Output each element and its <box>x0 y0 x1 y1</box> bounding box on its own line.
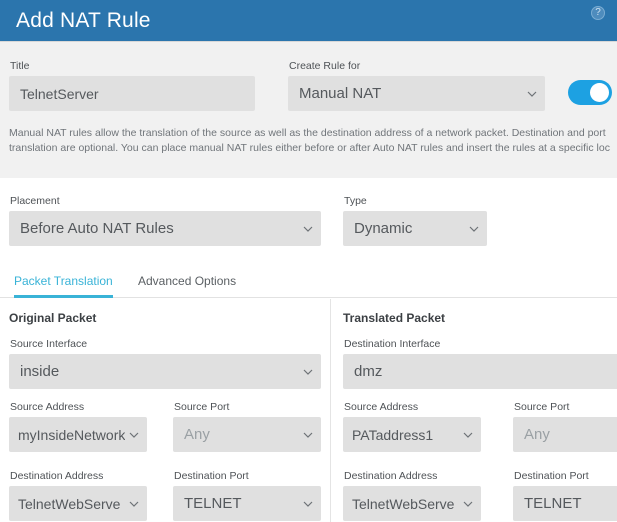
original-source-port-value: Any <box>184 426 210 443</box>
create-rule-for-label: Create Rule for <box>289 60 361 72</box>
translated-source-port-select[interactable]: Any <box>513 417 617 452</box>
rule-description-text: Manual NAT rules allow the translation o… <box>9 127 610 154</box>
translated-source-address-value: PATaddress1 <box>352 426 434 443</box>
tab-advanced-options[interactable]: Advanced Options <box>138 268 236 298</box>
create-rule-for-value: Manual NAT <box>299 85 382 102</box>
chevron-down-icon <box>463 430 473 439</box>
column-divider <box>330 299 331 522</box>
placement-value: Before Auto NAT Rules <box>20 220 174 237</box>
chevron-down-icon <box>463 499 473 508</box>
chevron-down-icon <box>303 367 313 376</box>
original-source-interface-select[interactable]: inside <box>9 354 321 389</box>
title-label: Title <box>10 60 30 72</box>
toggle-knob <box>590 83 609 102</box>
translated-packet-title: Translated Packet <box>343 311 446 325</box>
chevron-down-icon <box>303 499 313 508</box>
original-source-address-select[interactable]: myInsideNetwork <box>9 417 147 452</box>
help-icon[interactable]: ? <box>591 6 605 20</box>
translated-destination-interface-label: Destination Interface <box>344 338 441 350</box>
chevron-down-icon <box>303 224 313 233</box>
packet-tabs: Packet Translation Advanced Options <box>0 268 617 298</box>
title-input-value: TelnetServer <box>20 85 99 102</box>
translated-destination-interface-select[interactable]: dmz <box>343 354 617 389</box>
translated-destination-port-value: TELNET <box>524 495 582 512</box>
tab-packet-translation[interactable]: Packet Translation <box>14 268 113 298</box>
original-source-address-label: Source Address <box>10 401 85 413</box>
original-destination-port-value: TELNET <box>184 495 242 512</box>
original-destination-address-label: Destination Address <box>10 470 104 482</box>
dialog-header: Add NAT Rule ? <box>0 0 617 41</box>
original-destination-port-label: Destination Port <box>174 470 249 482</box>
type-label: Type <box>344 195 367 207</box>
type-select[interactable]: Dynamic <box>343 211 487 246</box>
original-source-port-select[interactable]: Any <box>173 417 321 452</box>
chevron-down-icon <box>469 224 479 233</box>
original-source-port-label: Source Port <box>174 401 230 413</box>
placement-label: Placement <box>10 195 60 207</box>
create-rule-for-select[interactable]: Manual NAT <box>288 76 545 111</box>
enable-rule-toggle[interactable] <box>568 80 612 105</box>
placement-select[interactable]: Before Auto NAT Rules <box>9 211 321 246</box>
chevron-down-icon <box>527 89 537 98</box>
title-input[interactable]: TelnetServer <box>9 76 255 111</box>
add-nat-rule-dialog: Add NAT Rule ? Title TelnetServer Create… <box>0 0 617 522</box>
translated-source-address-select[interactable]: PATaddress1 <box>343 417 481 452</box>
translated-destination-address-select[interactable]: TelnetWebServe <box>343 486 481 521</box>
translated-destination-port-select[interactable]: TELNET <box>513 486 617 521</box>
translated-destination-address-value: TelnetWebServe <box>352 495 455 512</box>
translated-source-port-label: Source Port <box>514 401 570 413</box>
chevron-down-icon <box>303 430 313 439</box>
chevron-down-icon <box>129 499 139 508</box>
original-destination-address-select[interactable]: TelnetWebServe <box>9 486 147 521</box>
chevron-down-icon <box>129 430 139 439</box>
original-destination-address-value: TelnetWebServe <box>18 495 121 512</box>
original-source-interface-label: Source Interface <box>10 338 88 350</box>
dialog-title: Add NAT Rule <box>16 9 151 32</box>
translated-destination-address-label: Destination Address <box>344 470 438 482</box>
type-value: Dynamic <box>354 220 413 237</box>
original-source-interface-value: inside <box>20 363 60 380</box>
translated-destination-port-label: Destination Port <box>514 470 589 482</box>
original-packet-title: Original Packet <box>9 311 97 325</box>
original-source-address-value: myInsideNetwork <box>18 426 126 443</box>
translated-destination-interface-value: dmz <box>354 363 383 380</box>
original-destination-port-select[interactable]: TELNET <box>173 486 321 521</box>
translated-source-port-value: Any <box>524 426 550 443</box>
translated-source-address-label: Source Address <box>344 401 419 413</box>
